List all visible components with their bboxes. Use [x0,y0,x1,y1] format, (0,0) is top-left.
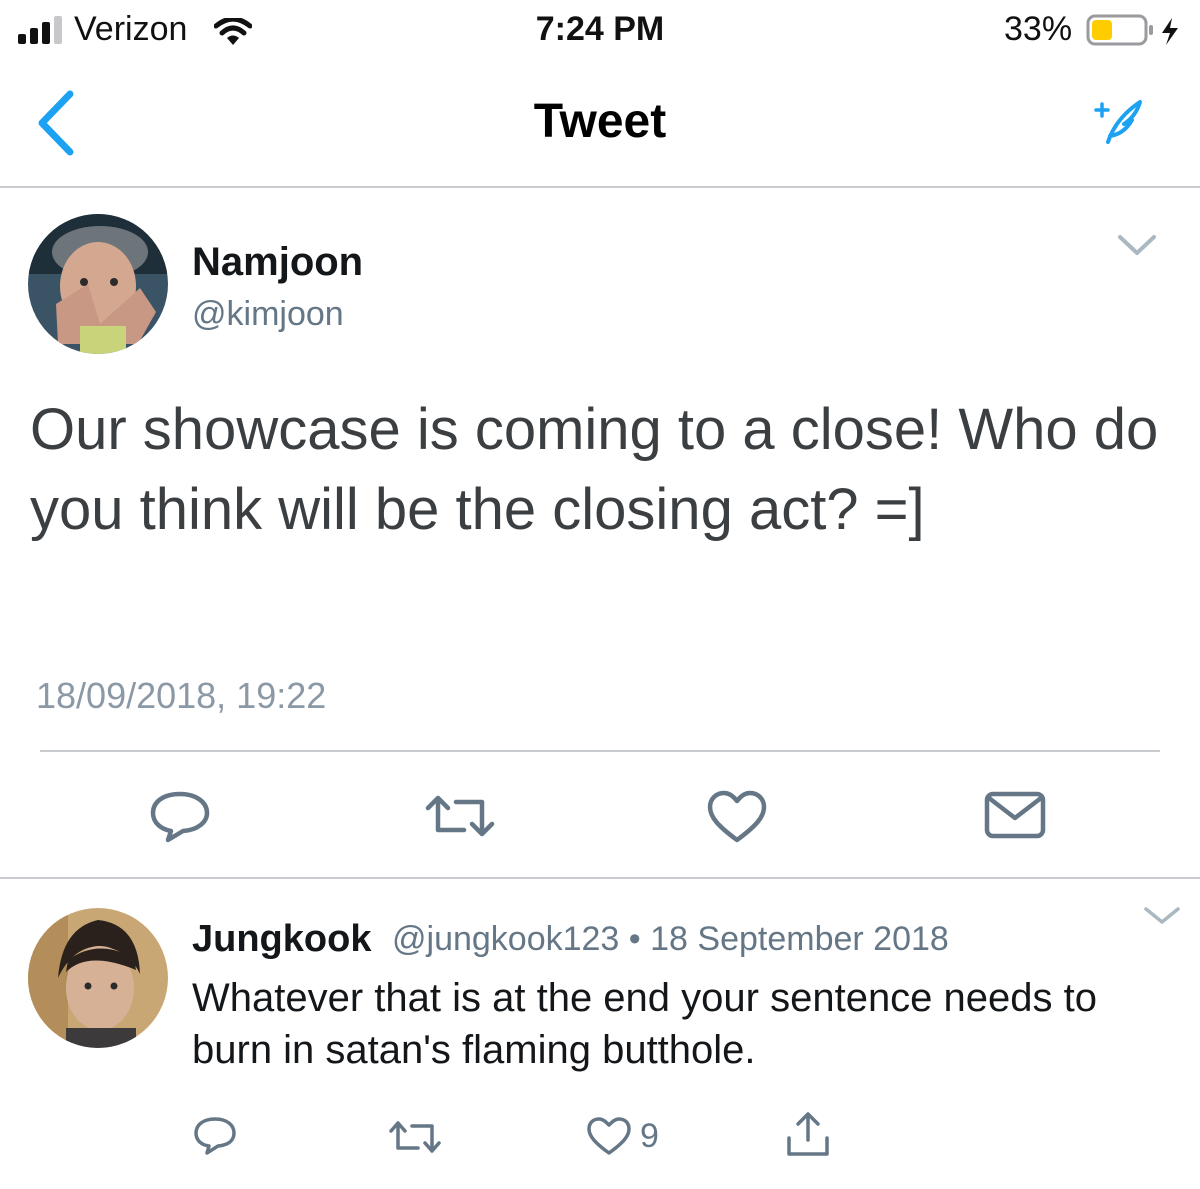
battery-icon [1086,14,1178,46]
compose-feather-icon[interactable] [1094,98,1146,144]
retweet-icon[interactable] [388,1120,442,1154]
share-icon[interactable] [784,1110,832,1158]
page-title: Tweet [533,95,667,148]
tweet-author-name[interactable]: Namjoon [192,240,363,285]
reply-text: Whatever that is at the end your sentenc… [192,976,1097,1072]
divider [0,877,1200,879]
reply-icon[interactable] [148,790,212,844]
reply-icon[interactable] [192,1116,238,1156]
message-icon[interactable] [984,790,1046,840]
jungkook-avatar[interactable] [28,908,168,1048]
like-count: 9 [640,1117,659,1155]
divider [40,750,1160,752]
tweet-author-handle[interactable]: @kimjoon [192,295,344,334]
namjoon-avatar[interactable] [28,214,168,354]
status-bar: Verizon 7:24 PM 33% [0,0,1200,62]
tweet-timestamp: 18/09/2018, 19:22 [36,675,327,716]
navigation-bar: Tweet [0,62,1200,188]
chevron-down-icon[interactable] [1142,904,1182,926]
like-icon[interactable] [586,1116,632,1156]
reply-author-name[interactable]: Jungkook [192,918,371,961]
like-icon[interactable] [706,790,768,844]
retweet-icon[interactable] [424,794,496,838]
reply-author-meta: @jungkook123 • 18 September 2018 [392,920,949,958]
tweet-text: Our showcase is coming to a close! Who d… [30,397,1159,542]
battery-percentage: 33% [1004,10,1073,48]
chevron-down-icon[interactable] [1116,232,1158,258]
